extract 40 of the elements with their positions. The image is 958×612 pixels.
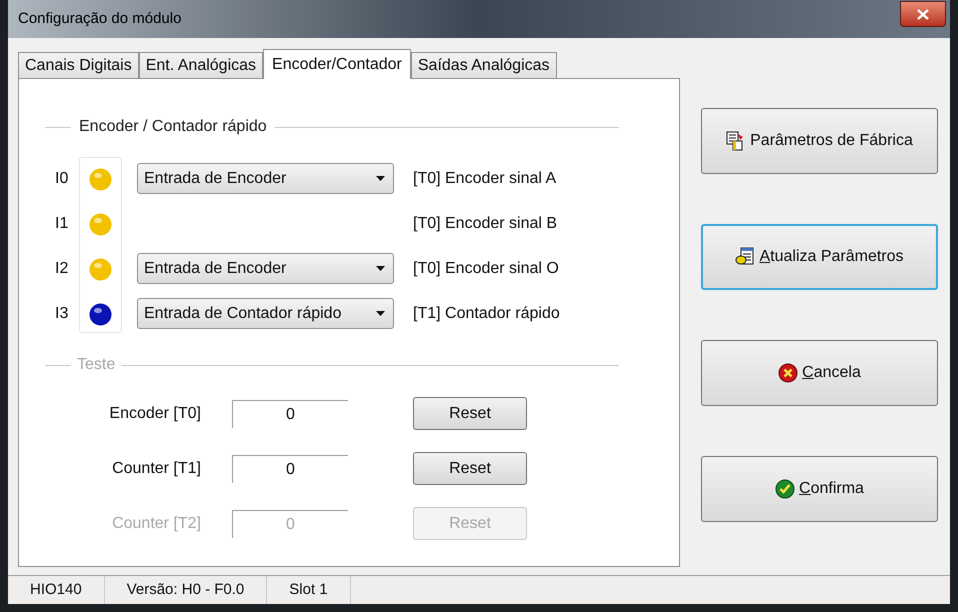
input-label: I2 [55, 259, 70, 278]
function-label: [T1] Contador rápido [413, 304, 560, 324]
group-title: Encoder / Contador rápido [79, 117, 267, 137]
cancel-icon [778, 363, 798, 383]
counter-label: Counter [T1] [111, 458, 202, 478]
action-button[interactable]: Cancela [701, 340, 938, 406]
tab[interactable]: Saídas Analógicas [410, 52, 557, 78]
input-label: I3 [55, 304, 70, 323]
tab[interactable]: Encoder/Contador [263, 49, 411, 79]
value-field[interactable]: 0 [232, 454, 348, 482]
close-button[interactable] [900, 1, 946, 27]
input-label: I0 [55, 169, 70, 188]
counter-label: Encoder [T0] [108, 404, 202, 424]
status-text: Slot 1 [267, 576, 351, 604]
tab[interactable]: Canais Digitais [18, 52, 139, 78]
status-text: HIO140 [8, 576, 105, 604]
action-button[interactable]: Confirma [701, 456, 938, 522]
value-field[interactable]: 0 [232, 400, 348, 428]
function-label: [T0] Encoder sinal A [413, 168, 556, 188]
close-icon [917, 8, 929, 20]
dropdown-arrow-icon [376, 311, 385, 316]
function-label: [T0] Encoder sinal B [413, 214, 558, 234]
group-title: Teste [77, 355, 116, 375]
counter-label: Counter [T2] [111, 514, 202, 534]
dropdown-arrow-icon [376, 266, 385, 271]
dropdown-arrow-icon [376, 176, 385, 181]
document-icon [735, 247, 756, 267]
mode-dropdown[interactable]: Entrada de Contador rápido [137, 298, 394, 329]
action-button[interactable]: Atualiza Parâmetros [701, 224, 938, 290]
check-icon [775, 479, 796, 499]
reset-button[interactable]: Reset [413, 452, 527, 485]
action-button[interactable]: Parâmetros de Fábrica [701, 108, 938, 174]
reset-button[interactable]: Reset [413, 397, 527, 430]
status-text: Versão: H0 - F0.0 [104, 576, 268, 604]
tab[interactable]: Ent. Analógicas [138, 52, 264, 78]
mode-dropdown[interactable]: Entrada de Encoder [137, 253, 394, 284]
window-title: Configuração do módulo [18, 8, 182, 29]
function-label: [T0] Encoder sinal O [413, 258, 559, 278]
input-label: I1 [55, 214, 70, 233]
mode-dropdown[interactable]: Entrada de Encoder [137, 163, 394, 194]
